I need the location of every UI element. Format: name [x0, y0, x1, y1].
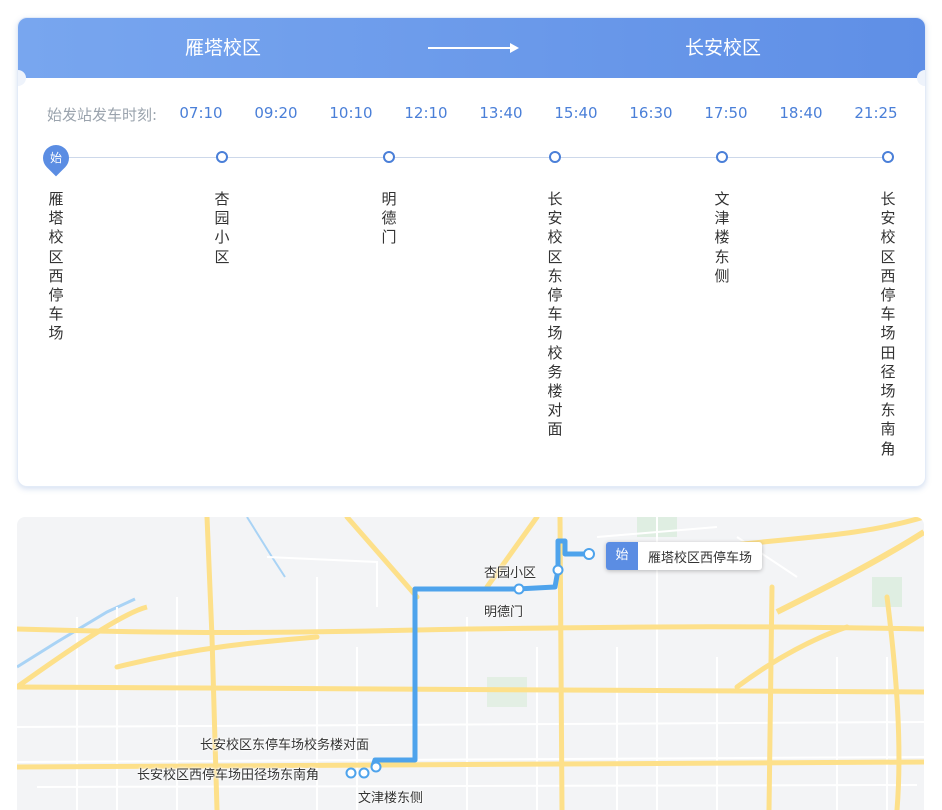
stop-name[interactable]: 雁塔校区西停车场 — [46, 190, 66, 344]
origin-campus: 雁塔校区 — [184, 37, 261, 59]
route-track-line — [58, 157, 888, 158]
departure-time[interactable]: 21:25 — [846, 104, 906, 122]
map-label-mingde: 明德门 — [484, 605, 524, 620]
map-stop-marker[interactable] — [370, 761, 382, 773]
stop-name[interactable]: 明德门 — [379, 190, 399, 248]
departure-time[interactable]: 15:40 — [546, 104, 606, 122]
start-badge-icon: 始 — [606, 542, 638, 570]
arrow-head-icon — [510, 43, 519, 53]
start-pin-icon: 始 — [37, 139, 75, 177]
route-card: 雁塔校区 长安校区 始发站发车时刻: 07:10 09:20 10:10 12:… — [17, 17, 926, 487]
stop-dot-icon — [882, 151, 894, 163]
route-header: 雁塔校区 长安校区 — [18, 18, 925, 78]
departure-time[interactable]: 07:10 — [171, 104, 231, 122]
start-marker-text: 始 — [49, 151, 62, 165]
departure-time[interactable]: 12:10 — [396, 104, 456, 122]
departure-time[interactable]: 18:40 — [771, 104, 831, 122]
map-stop-marker[interactable] — [345, 767, 357, 779]
stop-dot-icon — [383, 151, 395, 163]
start-stop-label: 雁塔校区西停车场 — [648, 550, 753, 566]
departure-time[interactable]: 09:20 — [246, 104, 306, 122]
departure-times-label: 始发站发车时刻: — [47, 106, 158, 124]
destination-campus: 长安校区 — [684, 37, 761, 59]
map-label-wenjin: 文津楼东侧 — [358, 791, 424, 806]
map-label-changan-east: 长安校区东停车场校务楼对面 — [200, 738, 370, 753]
river — [246, 517, 286, 578]
map-stop-marker[interactable] — [552, 564, 564, 576]
map-stop-marker[interactable] — [358, 767, 370, 779]
stop-name[interactable]: 杏园小区 — [212, 190, 232, 267]
map-label-changan-west: 长安校区西停车场田径场东南角 — [137, 768, 320, 783]
map-label-xingyuan: 杏园小区 — [484, 566, 537, 581]
stop-name[interactable]: 长安校区东停车场校务楼对面 — [545, 190, 565, 440]
stop-name[interactable]: 文津楼东侧 — [712, 190, 732, 286]
right-arrow-icon — [428, 47, 513, 49]
stop-dot-icon — [216, 151, 228, 163]
departure-time[interactable]: 13:40 — [471, 104, 531, 122]
start-stop-callout[interactable]: 始 雁塔校区西停车场 — [606, 542, 763, 570]
departure-time[interactable]: 17:50 — [696, 104, 756, 122]
map-stop-marker[interactable] — [513, 583, 525, 595]
route-map[interactable]: 始 雁塔校区西停车场 杏园小区 明德门 长安校区东停车场校务楼对面 长安校区西停… — [17, 517, 924, 810]
departure-time[interactable]: 10:10 — [321, 104, 381, 122]
stop-dot-icon — [716, 151, 728, 163]
ticket-notch-right — [917, 70, 925, 86]
departure-time[interactable]: 16:30 — [621, 104, 681, 122]
map-stop-marker[interactable] — [583, 548, 595, 560]
stop-name[interactable]: 长安校区西停车场田径场东南角 — [878, 190, 898, 459]
stop-dot-icon — [549, 151, 561, 163]
highway-ramp — [17, 604, 148, 690]
